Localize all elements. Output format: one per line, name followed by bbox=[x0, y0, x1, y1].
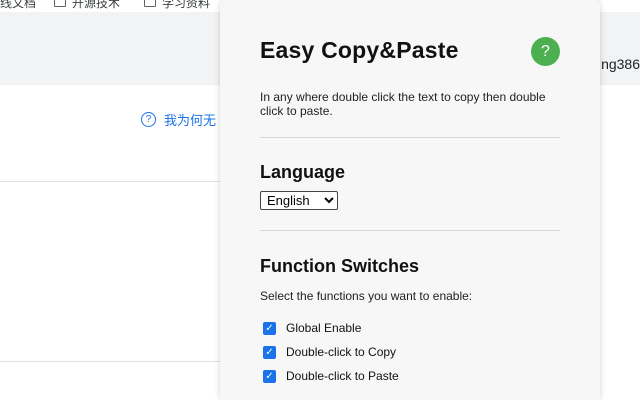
function-switches-subtext: Select the functions you want to enable: bbox=[260, 289, 473, 303]
switch-global-enable[interactable]: ✓ Global Enable bbox=[260, 316, 560, 340]
divider bbox=[260, 137, 560, 138]
switch-list: ✓ Global Enable ✓ Double-click to Copy ✓… bbox=[260, 316, 560, 388]
folder-icon bbox=[144, 0, 156, 7]
switch-label: Double-click to Copy bbox=[286, 345, 397, 359]
bookmark-item[interactable]: 学习资料 bbox=[144, 0, 210, 10]
why-link-label: 我为何无 bbox=[164, 113, 217, 128]
why-link[interactable]: ? 我为何无 bbox=[141, 110, 216, 129]
double-click-copy-checkbox[interactable]: ✓ bbox=[263, 345, 276, 359]
global-enable-checkbox[interactable]: ✓ bbox=[263, 321, 276, 335]
bookmark-label: 学习资料 bbox=[162, 0, 211, 10]
language-heading: Language bbox=[260, 162, 346, 182]
function-switches-heading: Function Switches bbox=[260, 256, 420, 276]
divider bbox=[260, 230, 560, 231]
switch-label: Double-click to Paste bbox=[286, 369, 399, 383]
bookmark-label: 线文档 bbox=[0, 0, 37, 10]
bookmark-item[interactable]: 开源技术 bbox=[54, 0, 120, 10]
folder-icon bbox=[54, 0, 66, 7]
popup-header: Easy Copy&Paste ? bbox=[260, 0, 560, 80]
help-circle-icon: ? bbox=[141, 112, 156, 127]
popup-description: In any where double click the text to co… bbox=[260, 90, 546, 118]
bookmark-item[interactable]: 线文档 bbox=[0, 0, 36, 10]
extension-popup: Easy Copy&Paste ? In any where double cl… bbox=[220, 0, 600, 400]
divider bbox=[0, 181, 220, 182]
switch-double-click-copy[interactable]: ✓ Double-click to Copy bbox=[260, 340, 560, 364]
popup-title: Easy Copy&Paste bbox=[260, 37, 459, 63]
divider bbox=[0, 361, 220, 362]
switch-double-click-paste[interactable]: ✓ Double-click to Paste bbox=[260, 364, 560, 388]
switch-label: Global Enable bbox=[286, 321, 362, 335]
bookmark-label: 开源技术 bbox=[72, 0, 121, 10]
language-select[interactable]: English bbox=[260, 191, 338, 210]
username-text[interactable]: ng386 bbox=[601, 56, 640, 72]
double-click-paste-checkbox[interactable]: ✓ bbox=[263, 369, 276, 383]
help-button[interactable]: ? bbox=[531, 37, 560, 66]
